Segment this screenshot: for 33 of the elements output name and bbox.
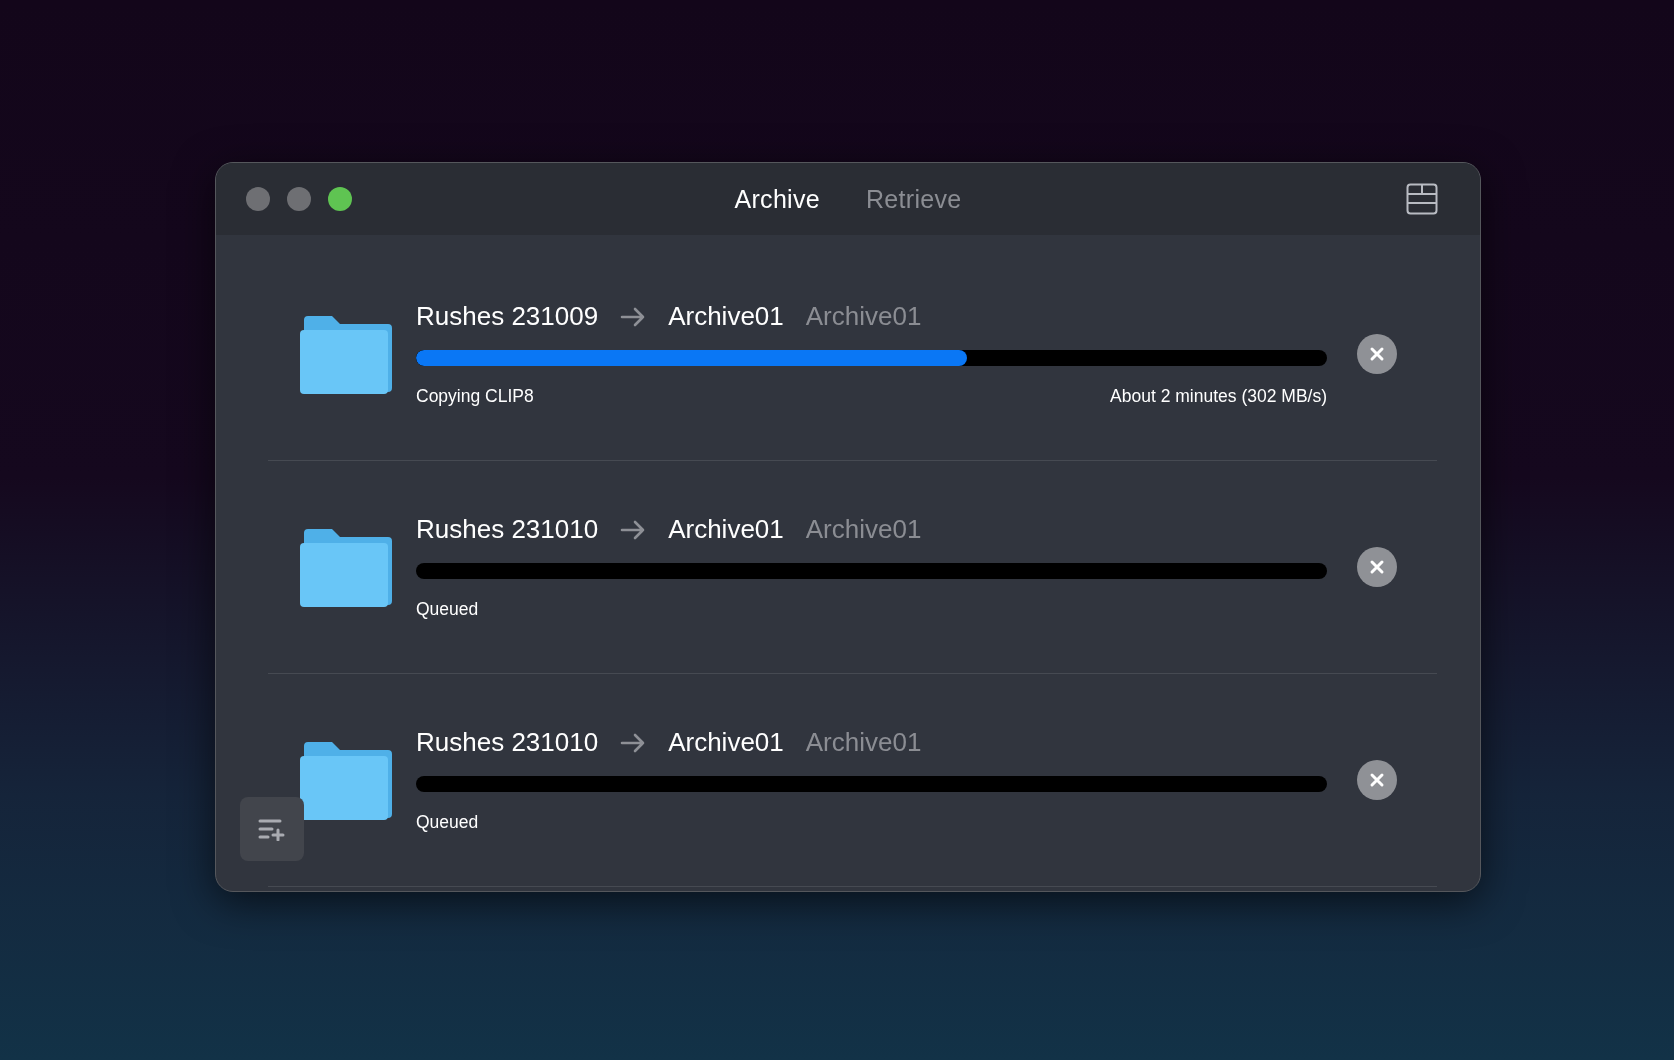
- folder-icon: [300, 740, 392, 820]
- tab[interactable]: Retrieve: [866, 184, 962, 214]
- destination-name: Archive01: [668, 514, 784, 545]
- destination-label: Archive01: [805, 514, 922, 545]
- add-to-queue-button[interactable]: [240, 797, 304, 861]
- cancel-button[interactable]: [1357, 334, 1397, 374]
- source-name: Rushes 231010: [416, 514, 599, 545]
- cancel-button[interactable]: [1357, 547, 1397, 587]
- status-text: Queued: [416, 812, 479, 833]
- window-control-button[interactable]: [246, 187, 270, 211]
- tab[interactable]: Archive: [734, 184, 820, 214]
- arrow-icon: [620, 732, 647, 753]
- destination-label: Archive01: [805, 301, 922, 332]
- folder-icon: [300, 314, 392, 394]
- window-control-button[interactable]: [328, 187, 352, 211]
- destination-name: Archive01: [668, 301, 784, 332]
- window-control-button[interactable]: [287, 187, 311, 211]
- layout-icon[interactable]: [1406, 183, 1438, 215]
- close-icon: [1369, 346, 1385, 362]
- arrow-icon: [620, 519, 647, 540]
- destination-label: Archive01: [805, 727, 922, 758]
- close-icon: [1369, 559, 1385, 575]
- close-icon: [1369, 772, 1385, 788]
- time-remaining: About 2 minutes (302 MB/s): [1110, 386, 1327, 407]
- source-name: Rushes 231009: [416, 301, 599, 332]
- status-text: Queued: [416, 599, 479, 620]
- destination-name: Archive01: [668, 727, 784, 758]
- cancel-button[interactable]: [1357, 760, 1397, 800]
- arrow-icon: [620, 306, 647, 327]
- folder-icon: [300, 527, 392, 607]
- source-name: Rushes 231010: [416, 727, 599, 758]
- list-add-icon: [258, 817, 286, 841]
- status-text: Copying CLIP8: [416, 386, 534, 407]
